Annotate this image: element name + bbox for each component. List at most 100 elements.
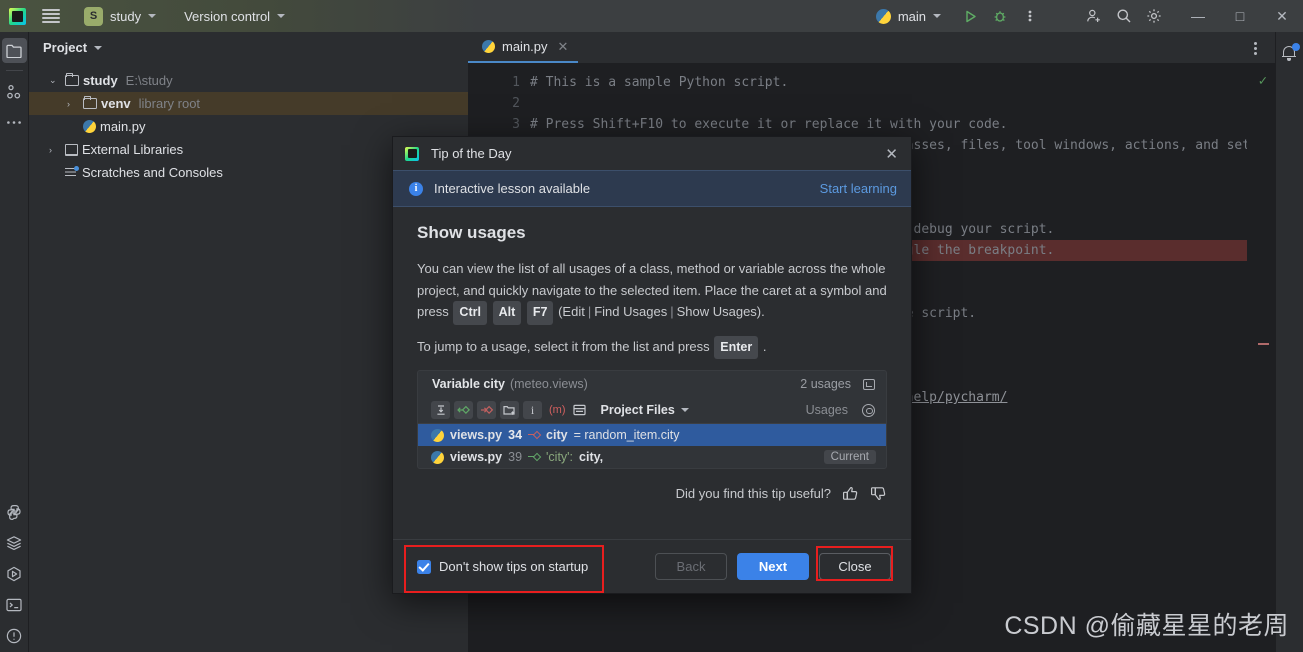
tree-node-label: main.py: [100, 119, 146, 134]
debug-button[interactable]: [985, 3, 1015, 29]
menu-path-mid: Find Usages: [594, 304, 667, 319]
dialog-close-icon[interactable]: ✕: [882, 145, 901, 163]
editor-options-icon[interactable]: [1254, 40, 1257, 57]
run-tool-icon[interactable]: [2, 561, 27, 586]
next-occurrence-icon[interactable]: [477, 401, 496, 419]
usages-count: 2 usages: [800, 377, 851, 391]
run-configuration-label: main: [898, 9, 926, 24]
tree-node-study[interactable]: ⌄ study E:\study: [29, 69, 468, 92]
info-icon: i: [409, 182, 423, 196]
run-button[interactable]: [955, 3, 985, 29]
tab-main-py[interactable]: main.py ✕: [468, 32, 578, 63]
tree-node-path: E:\study: [126, 73, 173, 88]
usage-row[interactable]: views.py 34 city = random_item.city: [418, 424, 886, 446]
thumbs-down-icon[interactable]: [870, 485, 887, 502]
checkbox-label: Don't show tips on startup: [439, 559, 588, 574]
chevron-right-icon[interactable]: ›: [67, 99, 79, 109]
thumbs-up-icon[interactable]: [842, 485, 859, 502]
library-icon: [65, 144, 78, 156]
chevron-down-icon: [148, 14, 156, 18]
tip-paragraph-2: To jump to a usage, select it from the l…: [417, 336, 887, 360]
show-info-icon[interactable]: i: [523, 401, 542, 419]
close-icon[interactable]: ✕: [558, 39, 569, 55]
tree-node-label: study: [83, 73, 118, 88]
write-access-icon: [528, 430, 540, 440]
project-header[interactable]: Project: [29, 32, 468, 63]
gear-icon[interactable]: [862, 404, 875, 417]
python-file-icon: [431, 451, 444, 464]
chevron-down-icon[interactable]: ⌄: [49, 75, 61, 86]
usage-line-number: 39: [508, 450, 522, 464]
dont-show-tips-checkbox[interactable]: Don't show tips on startup: [417, 559, 588, 574]
more-tool-windows-icon[interactable]: [2, 110, 27, 135]
inspection-status-icon[interactable]: ✓: [1259, 73, 1267, 89]
problems-icon[interactable]: [2, 623, 27, 648]
gear-icon[interactable]: [1139, 3, 1169, 29]
project-header-label: Project: [43, 40, 87, 55]
pin-icon[interactable]: [863, 379, 875, 390]
chevron-right-icon[interactable]: ›: [49, 145, 61, 155]
tree-node-venv[interactable]: › venv library root: [29, 92, 468, 115]
database-icon[interactable]: [2, 530, 27, 555]
key-ctrl: Ctrl: [453, 301, 487, 325]
notification-bell-icon[interactable]: [1281, 44, 1299, 62]
hamburger-menu-icon[interactable]: [42, 9, 60, 23]
python-icon: [876, 9, 891, 24]
usages-scope-label: Project Files: [601, 403, 675, 417]
usages-scope-selector[interactable]: Project Files: [601, 403, 689, 417]
line-number: 3: [468, 114, 530, 135]
code-line: [530, 93, 1247, 114]
run-configuration-selector[interactable]: main: [876, 9, 941, 24]
expand-all-icon[interactable]: [431, 401, 450, 419]
line-number: 2: [468, 93, 530, 114]
group-by-file-structure-icon[interactable]: [500, 401, 519, 419]
usage-row[interactable]: views.py 39 'city': city, Current: [418, 446, 886, 468]
add-user-icon[interactable]: [1079, 3, 1109, 29]
previous-occurrence-icon[interactable]: [454, 401, 473, 419]
next-button[interactable]: Next: [737, 553, 809, 580]
chevron-down-icon: [94, 46, 102, 50]
tree-node-main-py[interactable]: main.py: [29, 115, 468, 138]
start-learning-link[interactable]: Start learning: [820, 181, 897, 196]
commit-tool-icon[interactable]: [2, 79, 27, 104]
version-control-menu[interactable]: Version control: [184, 9, 285, 24]
python-console-icon[interactable]: [2, 499, 27, 524]
preview-usages-icon[interactable]: [570, 401, 589, 419]
menu-path-open: (Edit: [558, 304, 585, 319]
show-read-write-icon[interactable]: (m): [549, 404, 566, 416]
minimize-button[interactable]: —: [1177, 0, 1219, 32]
python-file-icon: [83, 120, 96, 133]
key-f7: F7: [527, 301, 554, 325]
dialog-body: Show usages You can view the list of all…: [393, 207, 911, 469]
dialog-footer: Don't show tips on startup Back Next Clo…: [393, 539, 911, 593]
usage-code-rest: = random_item.city: [574, 428, 680, 442]
tree-node-label: Scratches and Consoles: [82, 165, 223, 180]
scrollbar-error-mark: [1258, 343, 1269, 345]
search-icon[interactable]: [1109, 3, 1139, 29]
project-tool-icon[interactable]: [2, 38, 27, 63]
usage-code-suffix: city,: [579, 450, 603, 464]
chevron-down-icon: [681, 408, 689, 412]
activity-divider: [6, 70, 23, 71]
terminal-icon[interactable]: [2, 592, 27, 617]
usages-qualifier: (meteo.views): [510, 377, 588, 391]
back-button[interactable]: Back: [655, 553, 727, 580]
usages-tab-label: Usages: [806, 403, 848, 417]
close-window-button[interactable]: ✕: [1261, 0, 1303, 32]
key-alt: Alt: [493, 301, 522, 325]
left-activity-bar: [0, 32, 29, 652]
tip-title: Show usages: [417, 223, 887, 243]
feedback-question: Did you find this tip useful?: [676, 486, 831, 501]
more-vertical-icon[interactable]: [1015, 3, 1045, 29]
dialog-buttons: Back Next Close: [655, 553, 891, 580]
code-line: # This is a sample Python script.: [530, 72, 1247, 93]
version-control-label: Version control: [184, 9, 270, 24]
tree-node-label: External Libraries: [82, 142, 183, 157]
project-selector[interactable]: S study: [78, 4, 162, 29]
checkbox-checked-icon[interactable]: [417, 560, 431, 574]
tree-node-hint: library root: [139, 96, 200, 111]
close-button[interactable]: Close: [819, 553, 891, 580]
usage-file-name: views.py: [450, 450, 502, 464]
maximize-button[interactable]: □: [1219, 0, 1261, 32]
python-file-icon: [431, 429, 444, 442]
